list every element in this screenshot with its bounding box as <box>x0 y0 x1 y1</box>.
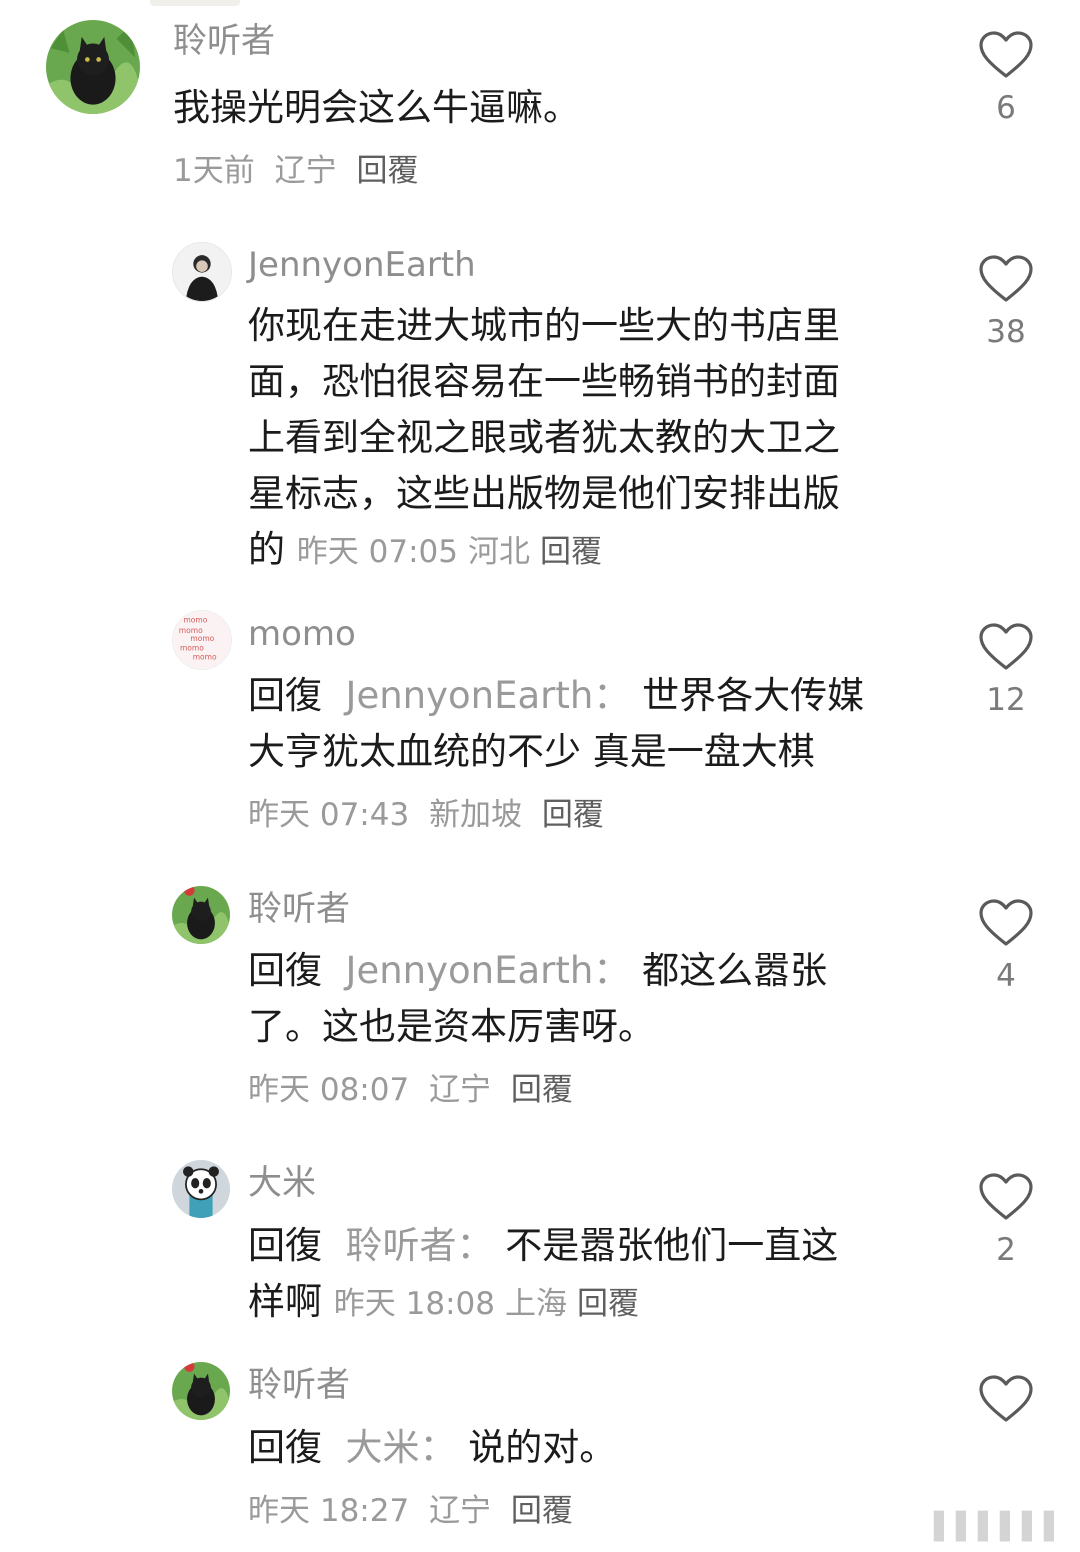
text-line: 星标志，这些出版物是他们安排出版 <box>248 472 840 515</box>
comment-text: 我操光明会这么牛逼嘛。 <box>173 86 580 129</box>
reply-target[interactable]: 聆听者： <box>346 1224 494 1267</box>
comment-meta: 昨天 18:08 上海 回覆 <box>334 1286 649 1322</box>
text-line: 大亨犹太血统的不少 真是一盘大棋 <box>248 730 815 773</box>
comment-meta: 昨天 07:43 新加坡 回覆 <box>248 800 614 831</box>
reply-button[interactable]: 回覆 <box>511 1493 573 1529</box>
svg-text:momo: momo <box>193 653 217 662</box>
comment-location: 辽宁 <box>274 153 337 189</box>
like-button[interactable]: 6 <box>976 30 1036 126</box>
comment-time: 昨天 18:27 <box>248 1493 410 1529</box>
text-line: 样啊 昨天 18:08 上海 回覆 <box>248 1274 948 1332</box>
like-count: 6 <box>996 90 1016 126</box>
comment-username[interactable]: 聆听者 <box>248 892 350 926</box>
comment-location: 河北 <box>467 534 530 570</box>
like-button[interactable]: 12 <box>976 622 1036 718</box>
top-edge-hint <box>150 0 240 6</box>
text-line-end: 样啊 <box>248 1280 322 1323</box>
reply-target[interactable]: JennyonEarth： <box>346 949 631 992</box>
heart-outline-icon <box>979 31 1033 78</box>
comment-location: 辽宁 <box>429 1493 492 1529</box>
text-line: 面，恐怕很容易在一些畅销书的封面 <box>248 360 840 403</box>
text-line: 上看到全视之眼或者犹太教的大卫之 <box>248 416 840 459</box>
reply-word: 回復 <box>248 1426 322 1469</box>
comment-text: 回復 JennyonEarth： 都这么嚣张 了。这也是资本厉害呀。 <box>248 943 948 1055</box>
text-line-part: 世界各大传媒 <box>642 674 865 717</box>
svg-text:momo: momo <box>190 634 214 643</box>
like-count <box>976 1434 1036 1470</box>
comment-meta: 昨天 18:27 辽宁 回覆 <box>248 1496 583 1527</box>
momo-pattern-avatar-image: momo momo momo momo momo <box>173 611 231 669</box>
comment-meta: 1天前 辽宁 回覆 <box>173 156 428 187</box>
like-count: 12 <box>986 682 1026 718</box>
like-count: 2 <box>996 1232 1016 1268</box>
comment-username[interactable]: momo <box>248 617 356 651</box>
reply-button[interactable]: 回覆 <box>542 797 604 833</box>
svg-text:momo: momo <box>180 643 204 652</box>
heart-outline-icon <box>979 623 1033 670</box>
comment-location: 新加坡 <box>429 797 523 833</box>
avatar[interactable] <box>172 886 230 944</box>
comment-location: 辽宁 <box>429 1072 492 1108</box>
text-line-part: 说的对。 <box>468 1426 617 1469</box>
comment-meta: 昨天 08:07 辽宁 回覆 <box>248 1075 583 1106</box>
reply-target[interactable]: JennyonEarth： <box>346 674 631 717</box>
comment-username[interactable]: 聆听者 <box>173 24 275 58</box>
comment-time: 昨天 07:43 <box>248 797 410 833</box>
svg-text:momo: momo <box>183 616 207 625</box>
heart-outline-icon <box>979 1375 1033 1422</box>
reply-button[interactable]: 回覆 <box>577 1286 639 1322</box>
comment-time: 昨天 18:08 <box>333 1286 495 1322</box>
comment-username[interactable]: 聆听者 <box>248 1368 350 1402</box>
comment-meta: 昨天 07:05 河北 回覆 <box>297 534 612 570</box>
comment-time: 1天前 <box>173 153 255 189</box>
comment-time: 昨天 08:07 <box>248 1072 410 1108</box>
comment-username[interactable]: 大米 <box>248 1166 316 1200</box>
text-line-part: 不是嚣张他们一直这 <box>505 1224 839 1267</box>
heart-outline-icon <box>979 1173 1033 1220</box>
like-button[interactable]: 4 <box>976 898 1036 994</box>
reply-button[interactable]: 回覆 <box>356 153 418 189</box>
like-count: 38 <box>986 314 1026 350</box>
avatar[interactable] <box>172 242 232 302</box>
comment-time: 昨天 07:05 <box>296 534 458 570</box>
text-line-part: 都这么嚣张 <box>642 949 828 992</box>
comment-location: 上海 <box>504 1286 567 1322</box>
comment-text: 回復 聆听者： 不是嚣张他们一直这 样啊 昨天 18:08 上海 回覆 <box>248 1218 948 1332</box>
reply-target[interactable]: 大米： <box>346 1426 457 1469</box>
text-line: 回復 聆听者： 不是嚣张他们一直这 <box>248 1218 948 1274</box>
text-line: 了。这也是资本厉害呀。 <box>248 1005 655 1048</box>
text-line: 回復 大米： 说的对。 <box>248 1420 948 1476</box>
cat-avatar-image <box>172 1362 230 1420</box>
cat-avatar-image <box>46 20 140 114</box>
comment-text: 回復 JennyonEarth： 世界各大传媒 大亨犹太血统的不少 真是一盘大棋 <box>248 668 948 780</box>
reply-word: 回復 <box>248 674 322 717</box>
like-button[interactable]: 38 <box>976 254 1036 350</box>
like-button[interactable] <box>976 1374 1036 1470</box>
text-line: 你现在走进大城市的一些大的书店里 <box>248 304 840 347</box>
text-line: 回復 JennyonEarth： 都这么嚣张 <box>248 943 948 999</box>
portrait-avatar-image <box>173 243 231 301</box>
like-count: 4 <box>996 958 1016 994</box>
comment-text: 你现在走进大城市的一些大的书店里 面，恐怕很容易在一些畅销书的封面 上看到全视之… <box>248 298 948 580</box>
reply-word: 回復 <box>248 1224 322 1267</box>
comment-username[interactable]: JennyonEarth <box>248 248 476 282</box>
avatar[interactable] <box>46 20 140 114</box>
heart-outline-icon <box>979 255 1033 302</box>
reply-button[interactable]: 回覆 <box>511 1072 573 1108</box>
avatar[interactable] <box>172 1362 230 1420</box>
text-line-end: 的 <box>248 528 285 571</box>
text-line: 回復 JennyonEarth： 世界各大传媒 <box>248 668 948 724</box>
avatar[interactable] <box>172 1160 230 1218</box>
cat-avatar-image <box>172 886 230 944</box>
watermark: ▌▌▌▌▌▌ <box>934 1512 1066 1542</box>
reply-word: 回復 <box>248 949 322 992</box>
avatar[interactable]: momo momo momo momo momo <box>172 610 232 670</box>
text-line: 的 昨天 07:05 河北 回覆 <box>248 522 948 580</box>
panda-avatar-image <box>172 1160 230 1218</box>
comment-text: 回復 大米： 说的对。 <box>248 1420 948 1476</box>
like-button[interactable]: 2 <box>976 1172 1036 1268</box>
reply-button[interactable]: 回覆 <box>540 534 602 570</box>
heart-outline-icon <box>979 899 1033 946</box>
